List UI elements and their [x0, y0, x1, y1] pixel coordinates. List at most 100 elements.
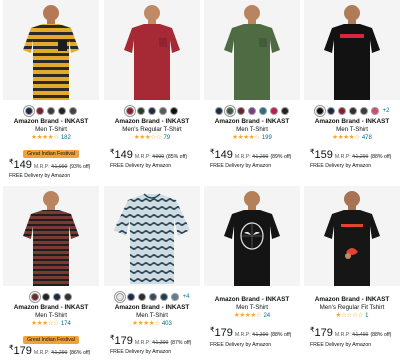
product-brand[interactable]: Amazon Brand - INKAST [304, 118, 400, 126]
product-image[interactable] [204, 0, 300, 100]
color-swatch[interactable] [215, 107, 223, 115]
product-image[interactable] [3, 186, 99, 286]
color-swatch[interactable] [137, 107, 145, 115]
product-image[interactable] [104, 0, 200, 100]
color-swatch[interactable] [116, 293, 125, 301]
product-card[interactable]: Amazon Brand - INKAST Men's Regular T-Sh… [104, 0, 200, 181]
color-swatch[interactable] [248, 107, 256, 115]
color-swatches[interactable] [204, 107, 300, 117]
review-count[interactable]: 182 [61, 135, 71, 141]
product-brand[interactable]: Amazon Brand - INKAST [304, 296, 400, 304]
mrp-value: ₹1,399 [152, 340, 169, 346]
product-card[interactable]: Amazon Brand - INKAST Men's Regular Fit … [304, 186, 400, 362]
color-swatch[interactable] [160, 293, 169, 301]
color-swatch[interactable] [47, 107, 55, 115]
color-swatch[interactable] [41, 293, 50, 301]
product-brand[interactable]: Amazon Brand - INKAST [204, 118, 300, 126]
color-swatch[interactable] [25, 107, 33, 115]
color-swatch[interactable] [226, 107, 234, 115]
color-swatch[interactable] [338, 107, 347, 115]
review-count[interactable]: 79 [163, 135, 170, 141]
color-swatches[interactable] [104, 107, 200, 117]
product-card[interactable]: Amazon Brand - INKAST Men T-Shirt ★★★★☆ 1… [3, 0, 99, 181]
discount: (85% off) [166, 154, 188, 160]
color-swatch[interactable] [127, 293, 136, 301]
product-image[interactable] [304, 186, 400, 286]
color-swatches[interactable]: +2 [304, 107, 400, 117]
color-swatch[interactable] [159, 107, 167, 115]
color-swatch[interactable] [349, 107, 358, 115]
price: 179 [114, 335, 133, 347]
product-card[interactable]: +2 Amazon Brand - INKAST Men T-Shirt ★★★… [304, 0, 400, 181]
color-swatch[interactable] [259, 107, 267, 115]
review-count[interactable]: 199 [262, 135, 272, 141]
color-swatches[interactable]: +4 [104, 293, 200, 303]
delivery-info: FREE Delivery by Amazon [110, 163, 172, 169]
product-brand[interactable]: Amazon Brand - INKAST [3, 304, 99, 312]
product-card[interactable]: Amazon Brand - INKAST Men T-Shirt ★★★★☆ 2… [204, 186, 300, 362]
product-title[interactable]: Men T-Shirt [104, 312, 200, 320]
color-swatch[interactable] [170, 107, 178, 115]
color-swatch[interactable] [148, 107, 156, 115]
color-swatches[interactable] [3, 107, 99, 117]
review-count[interactable]: 478 [362, 135, 372, 141]
color-swatch[interactable] [69, 107, 77, 115]
product-brand[interactable]: Amazon Brand - INKAST [204, 296, 300, 304]
product-rating[interactable]: ★★★★☆ 403 [104, 320, 200, 328]
deal-badge: Great Indian Festival [23, 336, 79, 344]
product-image[interactable] [204, 186, 300, 286]
product-title[interactable]: Men T-Shirt [204, 126, 300, 134]
product-card[interactable]: Amazon Brand - INKAST Men T-Shirt ★★★★☆ 1… [204, 0, 300, 181]
product-rating[interactable]: ★★★☆☆ 174 [3, 320, 99, 328]
more-colors-link[interactable]: +4 [183, 294, 190, 300]
review-count[interactable]: 24 [263, 313, 270, 319]
product-brand[interactable]: Amazon Brand - INKAST [104, 118, 200, 126]
product-title[interactable]: Men T-Shirt [3, 312, 99, 320]
color-swatch[interactable] [281, 107, 289, 115]
price-line: ₹149 M.R.P: ₹999 (85% off) [110, 148, 187, 161]
review-count[interactable]: 1 [365, 313, 368, 319]
color-swatch[interactable] [30, 293, 39, 301]
product-card[interactable]: +4 Amazon Brand - INKAST Men T-Shirt ★★★… [104, 186, 200, 362]
color-swatch[interactable] [316, 107, 325, 115]
review-count[interactable]: 174 [61, 321, 71, 327]
color-swatches[interactable] [3, 293, 99, 303]
color-swatch[interactable] [360, 107, 369, 115]
price-line: ₹149 M.R.P: ₹1,299 (89% off) [210, 148, 291, 161]
product-brand[interactable]: Amazon Brand - INKAST [104, 304, 200, 312]
color-swatch[interactable] [171, 293, 180, 301]
color-swatch[interactable] [270, 107, 278, 115]
color-swatch[interactable] [52, 293, 61, 301]
product-title[interactable]: Men T-Shirt [304, 126, 400, 134]
product-rating[interactable]: ★★★☆☆ 79 [104, 134, 200, 142]
product-title[interactable]: Men's Regular T-Shirt [104, 126, 200, 134]
price: 179 [13, 345, 32, 357]
product-title[interactable]: Men's Regular Fit Tshirt [304, 304, 400, 312]
color-swatch[interactable] [126, 107, 134, 115]
color-swatch[interactable] [149, 293, 158, 301]
color-swatch[interactable] [138, 293, 147, 301]
more-colors-link[interactable]: +2 [383, 108, 390, 114]
product-image[interactable] [3, 0, 99, 100]
color-swatch[interactable] [63, 293, 72, 301]
star-rating-icon: ★★★☆☆ [31, 320, 59, 327]
product-rating[interactable]: ★★★★☆ 199 [204, 134, 300, 142]
product-rating[interactable]: ★★★★☆ 24 [204, 312, 300, 320]
product-rating[interactable]: ★★★★☆ 478 [304, 134, 400, 142]
product-image[interactable] [304, 0, 400, 100]
color-swatch[interactable] [36, 107, 44, 115]
color-swatch[interactable] [237, 107, 245, 115]
review-count[interactable]: 403 [162, 321, 172, 327]
product-image[interactable] [104, 186, 200, 286]
color-swatch[interactable] [327, 107, 336, 115]
color-swatch[interactable] [58, 107, 66, 115]
product-rating[interactable]: ★★★★☆ 182 [3, 134, 99, 142]
delivery-info: FREE Delivery by Amazon [110, 349, 172, 355]
color-swatch[interactable] [371, 107, 380, 115]
product-card[interactable]: Amazon Brand - INKAST Men T-Shirt ★★★☆☆ 1… [3, 186, 99, 362]
product-title[interactable]: Men T-Shirt [204, 304, 300, 312]
product-title[interactable]: Men T-Shirt [3, 126, 99, 134]
product-rating[interactable]: ★☆☆☆☆ 1 [304, 312, 400, 320]
mrp-value: ₹1,999 [51, 164, 68, 170]
product-brand[interactable]: Amazon Brand - INKAST [3, 118, 99, 126]
